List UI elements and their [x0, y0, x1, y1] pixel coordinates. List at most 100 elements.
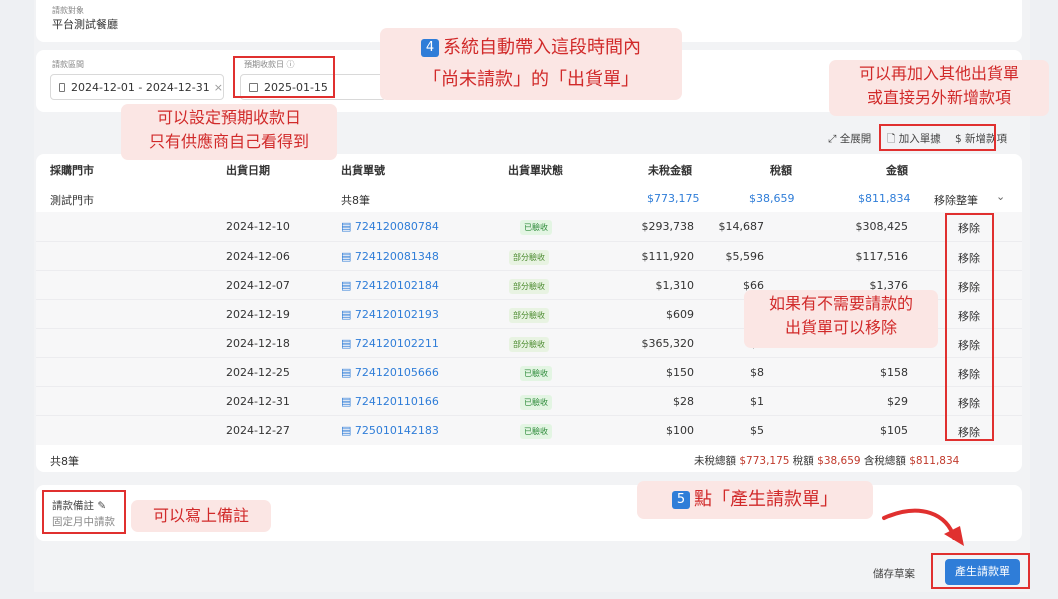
table-row: 2024-12-27 ▤ 725010142183 已驗收 $100 $5 $105 移除: [36, 415, 1022, 445]
due-date-callout: 可以設定預期收款日 只有供應商自己看得到: [121, 104, 337, 160]
target-value: 平台測試餐廳: [52, 18, 118, 31]
footer-untaxed: $773,175: [739, 455, 790, 467]
shipment-link[interactable]: ▤ 724120102211: [341, 337, 439, 350]
remove-button[interactable]: 移除: [958, 279, 980, 295]
note-value[interactable]: 固定月中請款: [52, 514, 115, 529]
remove-button[interactable]: 移除: [958, 308, 980, 324]
remove-button[interactable]: 移除: [958, 337, 980, 353]
step5-callout: 5 點「產生請款單」: [637, 481, 873, 519]
document-icon: ▤: [341, 279, 355, 292]
row-date: 2024-12-27: [226, 424, 290, 437]
row-total: $158: [880, 366, 908, 379]
pencil-icon[interactable]: ✎: [97, 500, 106, 512]
note-label: 請款備註 ✎: [52, 500, 107, 512]
header-untaxed: 未稅金額: [648, 164, 692, 177]
row-total: $308,425: [855, 220, 909, 233]
document-icon: ▤: [341, 308, 355, 321]
group-store: 測試門市: [50, 194, 94, 207]
footer-totals: 未稅總額 $773,175 稅額 $38,659 含稅總額 $811,834: [694, 455, 960, 467]
note-callout: 可以寫上備註: [131, 500, 271, 532]
remove-button[interactable]: 移除: [958, 395, 980, 411]
header-tax: 稅額: [770, 164, 792, 177]
step4-number: 4: [421, 39, 439, 57]
period-date-range-input[interactable]: 2024-12-01 - 2024-12-31 ×: [50, 74, 224, 100]
add-document-button[interactable]: 🗋 加入單據: [887, 131, 941, 149]
remove-button[interactable]: 移除: [958, 424, 980, 440]
row-untaxed: $111,920: [641, 250, 695, 263]
info-icon: ⓘ: [286, 60, 295, 69]
shipment-link[interactable]: ▤ 725010142183: [341, 424, 439, 437]
row-tax: $5,596: [725, 250, 765, 263]
clear-icon[interactable]: ×: [214, 81, 223, 94]
group-total: $811,834: [858, 192, 911, 205]
row-tax: $8: [750, 366, 764, 379]
header-date: 出貨日期: [226, 164, 270, 177]
group-untaxed: $773,175: [647, 192, 700, 205]
row-untaxed: $609: [666, 308, 694, 321]
footer-tax: $38,659: [817, 455, 861, 467]
document-icon: ▤: [341, 220, 355, 233]
document-icon: 🗋: [887, 133, 896, 145]
row-date: 2024-12-18: [226, 337, 290, 350]
step4-callout: 4 系統自動帶入這段時間內 「尚未請款」的「出貨單」: [380, 28, 682, 100]
save-draft-button[interactable]: 儲存草案: [873, 566, 915, 581]
status-badge: 已驗收: [520, 366, 552, 381]
shipment-link[interactable]: ▤ 724120110166: [341, 395, 439, 408]
generate-invoice-button[interactable]: 產生請款單: [945, 559, 1020, 585]
remove-button[interactable]: 移除: [958, 220, 980, 236]
shipment-link[interactable]: ▤ 724120080784: [341, 220, 439, 233]
period-value: 2024-12-01 - 2024-12-31: [70, 80, 210, 94]
arrow-icon: [882, 508, 964, 546]
row-tax: $5: [750, 424, 764, 437]
table-row: 2024-12-06 ▤ 724120081348 部分驗收 $111,920 $5,5…: [36, 241, 1022, 271]
row-total: $105: [880, 424, 908, 437]
document-icon: ▤: [341, 366, 355, 379]
row-date: 2024-12-10: [226, 220, 290, 233]
calendar-icon: [249, 82, 258, 92]
footer-total: $811,834: [909, 455, 960, 467]
status-badge: 已驗收: [520, 395, 552, 410]
status-badge: 部分驗收: [509, 250, 549, 265]
status-badge: 部分驗收: [509, 308, 549, 323]
target-label: 請款對象: [52, 6, 84, 15]
header-shipment-no: 出貨單號: [341, 164, 385, 177]
add-item-button[interactable]: $ 新增款項: [955, 131, 1007, 146]
remove-button[interactable]: 移除: [958, 366, 980, 382]
row-total: $29: [887, 395, 908, 408]
due-date-value: 2025-01-15: [264, 80, 328, 94]
calendar-icon: [59, 82, 65, 92]
document-icon: ▤: [341, 395, 355, 408]
row-date: 2024-12-07: [226, 279, 290, 292]
table-row: 2024-12-25 ▤ 724120105666 已驗收 $150 $8 $158 移除: [36, 357, 1022, 387]
row-untaxed: $365,320: [641, 337, 695, 350]
row-tax: $1: [750, 395, 764, 408]
status-badge: 已驗收: [520, 220, 552, 235]
document-icon: ▤: [341, 424, 355, 437]
remove-all-button[interactable]: 移除整筆: [934, 192, 978, 208]
row-date: 2024-12-19: [226, 308, 290, 321]
row-date: 2024-12-25: [226, 366, 290, 379]
remove-button[interactable]: 移除: [958, 250, 980, 266]
row-untaxed: $293,738: [641, 220, 695, 233]
document-icon: ▤: [341, 250, 355, 263]
step5-number: 5: [672, 491, 690, 509]
group-tax: $38,659: [749, 192, 795, 205]
shipment-link[interactable]: ▤ 724120102184: [341, 279, 439, 292]
row-date: 2024-12-31: [226, 395, 290, 408]
row-total: $117,516: [855, 250, 909, 263]
shipment-link[interactable]: ▤ 724120102193: [341, 308, 439, 321]
due-date-input[interactable]: 2025-01-15: [240, 74, 386, 100]
header-total: 金額: [886, 164, 908, 177]
group-count: 共8筆: [341, 194, 370, 207]
footer-count: 共8筆: [50, 455, 79, 468]
shipment-link[interactable]: ▤ 724120105666: [341, 366, 439, 379]
shipment-link[interactable]: ▤ 724120081348: [341, 250, 439, 263]
due-date-label: 預期收款日 ⓘ: [244, 60, 295, 69]
status-badge: 部分驗收: [509, 337, 549, 352]
expand-all-button[interactable]: ⤢ 全展開: [828, 131, 871, 146]
document-icon: ▤: [341, 337, 355, 350]
status-badge: 已驗收: [520, 424, 552, 439]
expand-icon: ⤢: [828, 133, 837, 145]
chevron-down-icon[interactable]: ⌄: [996, 190, 1005, 203]
add-items-callout: 可以再加入其他出貨單 或直接另外新增款項: [829, 60, 1049, 116]
